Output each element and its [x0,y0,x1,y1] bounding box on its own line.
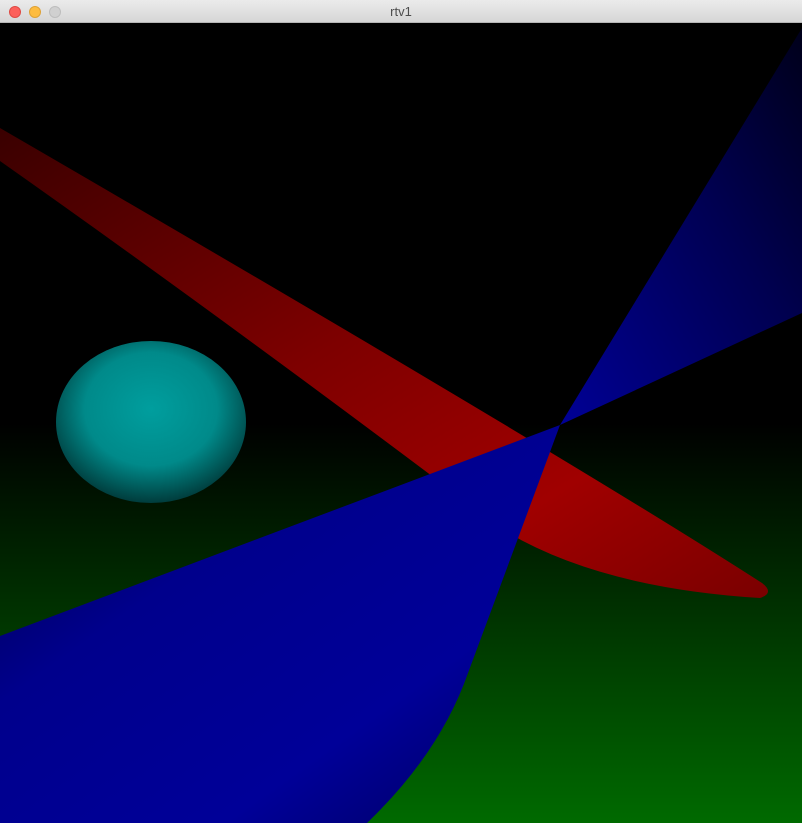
title-bar[interactable]: rtv1 [0,0,802,23]
rendered-scene [0,23,802,823]
app-window: rtv1 [0,0,802,823]
scene-sphere [56,341,246,503]
window-title: rtv1 [390,4,412,19]
render-viewport [0,23,802,823]
